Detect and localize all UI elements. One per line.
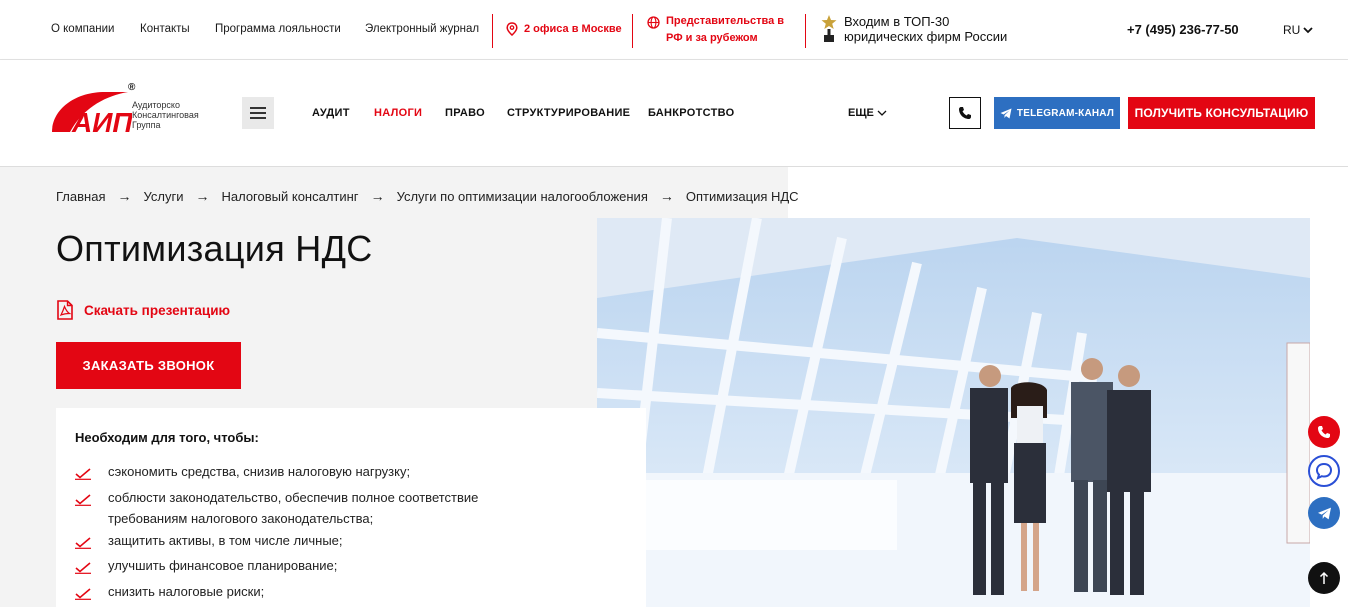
divider	[632, 14, 633, 48]
arrow-right-icon: →	[370, 188, 385, 204]
about-link[interactable]: О компании	[51, 23, 114, 35]
list-item: снизить налоговые риски;	[75, 581, 545, 607]
office-meeting-image	[597, 218, 1310, 607]
telegram-icon	[1317, 507, 1331, 519]
top30-line-1: Входим в ТОП-30	[844, 14, 950, 29]
hamburger-icon	[250, 117, 266, 119]
logo[interactable]: АИП ® Аудиторско Консалтинговая Группа	[50, 82, 210, 138]
check-icon	[75, 487, 108, 513]
chevron-down-icon	[1303, 27, 1313, 34]
nav-audit[interactable]: АУДИТ	[312, 107, 350, 119]
arrow-up-icon	[1319, 571, 1329, 584]
nav-law[interactable]: ПРАВО	[445, 107, 485, 119]
divider	[492, 14, 493, 48]
offices-label: 2 офиса в Москве	[524, 23, 622, 35]
top30-badge: Входим в ТОП-30 юридических фирм России	[820, 14, 1007, 44]
benefits-card: Необходим для того, чтобы: сэкономить ср…	[56, 408, 646, 607]
contacts-link[interactable]: Контакты	[140, 23, 190, 35]
scroll-top-button[interactable]	[1308, 562, 1340, 594]
top-bar: О компании Контакты Программа лояльности…	[0, 0, 1348, 60]
list-item: улучшить финансовое планирование;	[75, 555, 545, 581]
breadcrumb: Главная → Услуги → Налоговый консалтинг …	[56, 188, 799, 204]
arrow-right-icon: →	[195, 188, 210, 204]
pdf-icon	[57, 300, 73, 320]
reps-line-2: РФ и за рубежом	[666, 32, 758, 44]
divider	[805, 14, 806, 48]
order-call-button[interactable]: ЗАКАЗАТЬ ЗВОНОК	[56, 342, 241, 389]
hamburger-icon	[250, 112, 266, 114]
floating-telegram-button[interactable]	[1308, 497, 1340, 529]
download-label: Скачать презентацию	[84, 302, 231, 318]
floating-chat-button[interactable]	[1308, 455, 1340, 487]
breadcrumb-current: Оптимизация НДС	[685, 188, 799, 204]
nav-more[interactable]: ЕЩЕ	[848, 107, 887, 119]
nav-bankruptcy[interactable]: БАНКРОТСТВО	[648, 107, 734, 119]
nav-taxes[interactable]: НАЛОГИ	[374, 107, 422, 119]
top30-line-2: юридических фирм России	[844, 29, 1008, 44]
get-consultation-button[interactable]: ПОЛУЧИТЬ КОНСУЛЬТАЦИЮ	[1128, 97, 1315, 129]
representations-link[interactable]: Представительства в РФ и за рубежом	[647, 13, 784, 47]
telegram-icon	[1000, 108, 1012, 118]
list-item-text: соблюсти законодательство, обеспечив пол…	[108, 489, 479, 527]
list-item: сэкономить средства, снизив налоговую на…	[75, 461, 545, 487]
logo-sub-line: Группа	[132, 120, 161, 130]
menu-button[interactable]	[242, 97, 274, 129]
breadcrumb-tax-consulting[interactable]: Налоговый консалтинг	[221, 189, 358, 204]
reps-line-1: Представительства в	[666, 15, 785, 27]
download-presentation-link[interactable]: Скачать презентацию	[56, 300, 230, 320]
phone-icon	[1318, 426, 1330, 438]
floating-call-button[interactable]	[1308, 416, 1340, 448]
logo-mark-icon: АИП	[52, 92, 132, 134]
loyalty-link[interactable]: Программа лояльности	[215, 23, 341, 35]
offices-link[interactable]: 2 офиса в Москве	[506, 22, 622, 36]
trophy-icon	[821, 15, 837, 42]
list-item: защитить активы, в том числе личные;	[75, 530, 545, 556]
logo-sub-line: Аудиторско	[132, 100, 180, 110]
language-select[interactable]: RU	[1283, 23, 1313, 37]
list-item-text: сэкономить средства, снизив налоговую на…	[108, 464, 411, 479]
arrow-right-icon: →	[117, 188, 132, 204]
hamburger-icon	[250, 107, 266, 109]
language-label: RU	[1283, 23, 1301, 37]
phone-icon	[959, 107, 971, 119]
check-icon	[75, 530, 108, 556]
logo-sub-line: Консалтинговая	[132, 110, 199, 120]
hero-photo	[597, 218, 1310, 607]
globe-icon	[647, 16, 660, 29]
list-item-text: снизить налоговые риски;	[108, 583, 265, 599]
list-item-text: улучшить финансовое планирование;	[108, 558, 338, 573]
chat-icon	[1315, 462, 1333, 480]
breadcrumb-home[interactable]: Главная	[56, 189, 105, 204]
logo-subtitle: Аудиторско Консалтинговая Группа	[132, 100, 199, 130]
list-item: соблюсти законодательство, обеспечив пол…	[75, 487, 545, 530]
main-header: АИП ® Аудиторско Консалтинговая Группа А…	[0, 60, 1348, 167]
journal-link[interactable]: Электронный журнал	[365, 23, 479, 35]
telegram-channel-button[interactable]: TELEGRAM-КАНАЛ	[994, 97, 1120, 129]
list-item-text: защитить активы, в том числе личные;	[108, 532, 343, 548]
check-icon	[75, 461, 108, 487]
breadcrumb-tax-optimization[interactable]: Услуги по оптимизации налогообложения	[397, 189, 648, 204]
benefits-list: сэкономить средства, снизив налоговую на…	[75, 461, 545, 606]
arrow-right-icon: →	[659, 188, 674, 204]
check-icon	[75, 555, 108, 581]
location-pin-icon	[506, 22, 518, 36]
breadcrumb-services[interactable]: Услуги	[143, 189, 183, 204]
chevron-down-icon	[877, 110, 887, 116]
phone-link[interactable]: +7 (495) 236-77-50	[1127, 22, 1239, 37]
registered-icon: ®	[128, 82, 136, 93]
benefits-title: Необходим для того, чтобы:	[75, 430, 259, 445]
logo-text: АИП	[71, 107, 132, 134]
call-button[interactable]	[949, 97, 981, 129]
hero-top-panel	[788, 167, 1348, 218]
page-title: Оптимизация НДС	[56, 228, 373, 269]
nav-structuring[interactable]: СТРУКТУРИРОВАНИЕ	[507, 107, 630, 119]
nav-more-label: ЕЩЕ	[848, 107, 874, 119]
check-icon	[75, 581, 108, 607]
telegram-label: TELEGRAM-КАНАЛ	[1016, 107, 1115, 119]
